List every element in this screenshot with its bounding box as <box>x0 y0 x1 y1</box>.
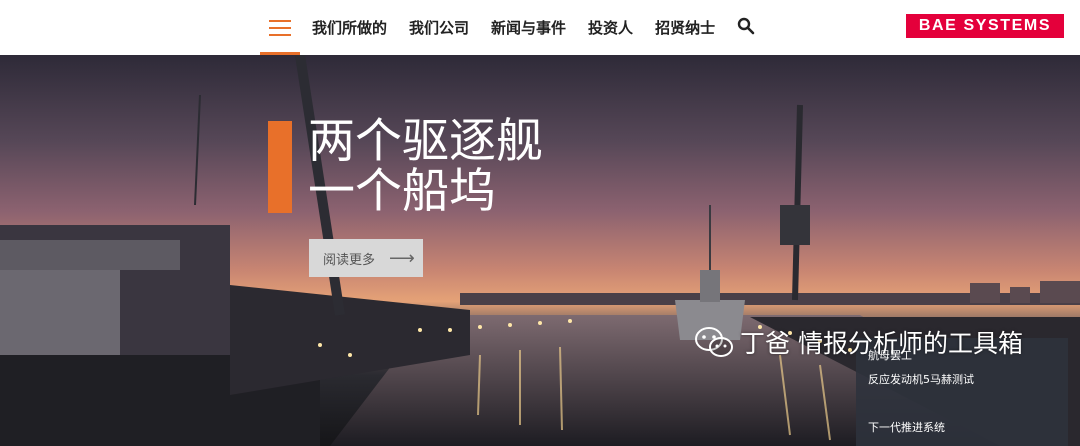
story-link-obscured[interactable] <box>868 394 1056 418</box>
nav-item-our-company[interactable]: 我们公司 <box>409 17 469 38</box>
read-more-label: 阅读更多 <box>323 252 376 268</box>
story-link-engine-test[interactable]: 反应发动机5马赫测试 <box>868 370 1056 394</box>
top-navigation: 我们所做的 我们公司 新闻与事件 投资人 招贤纳士 BAE SYSTEMS <box>0 0 1080 55</box>
watermark: 丁爸 情报分析师的工具箱 <box>694 324 1023 360</box>
story-link-propulsion[interactable]: 下一代推进系统 <box>868 418 1056 442</box>
accent-bar <box>268 121 292 213</box>
hero-title: 两个驱逐舰 一个船坞 <box>308 117 543 217</box>
watermark-text: 丁爸 情报分析师的工具箱 <box>740 329 1023 358</box>
nav-item-careers[interactable]: 招贤纳士 <box>655 17 715 38</box>
nav-item-what-we-do[interactable]: 我们所做的 <box>312 17 387 38</box>
arrow-right-icon: ⟶ <box>389 247 415 269</box>
main-nav: 我们所做的 我们公司 新闻与事件 投资人 招贤纳士 <box>312 0 737 55</box>
hero-title-line-1: 两个驱逐舰 <box>308 114 543 169</box>
wechat-icon <box>695 327 733 357</box>
hero-title-line-2: 一个船坞 <box>308 164 496 219</box>
nav-item-investors[interactable]: 投资人 <box>588 17 633 38</box>
hero-banner: 两个驱逐舰 一个船坞 阅读更多 ⟶ 航母罢工 反应发动机5马赫测试 下一代推进系… <box>0 55 1080 446</box>
read-more-button[interactable]: 阅读更多 ⟶ <box>309 239 423 277</box>
nav-item-news-events[interactable]: 新闻与事件 <box>491 17 566 38</box>
hamburger-menu-icon[interactable] <box>260 0 300 55</box>
search-icon[interactable] <box>737 17 755 35</box>
bae-systems-logo[interactable]: BAE SYSTEMS <box>906 14 1064 38</box>
